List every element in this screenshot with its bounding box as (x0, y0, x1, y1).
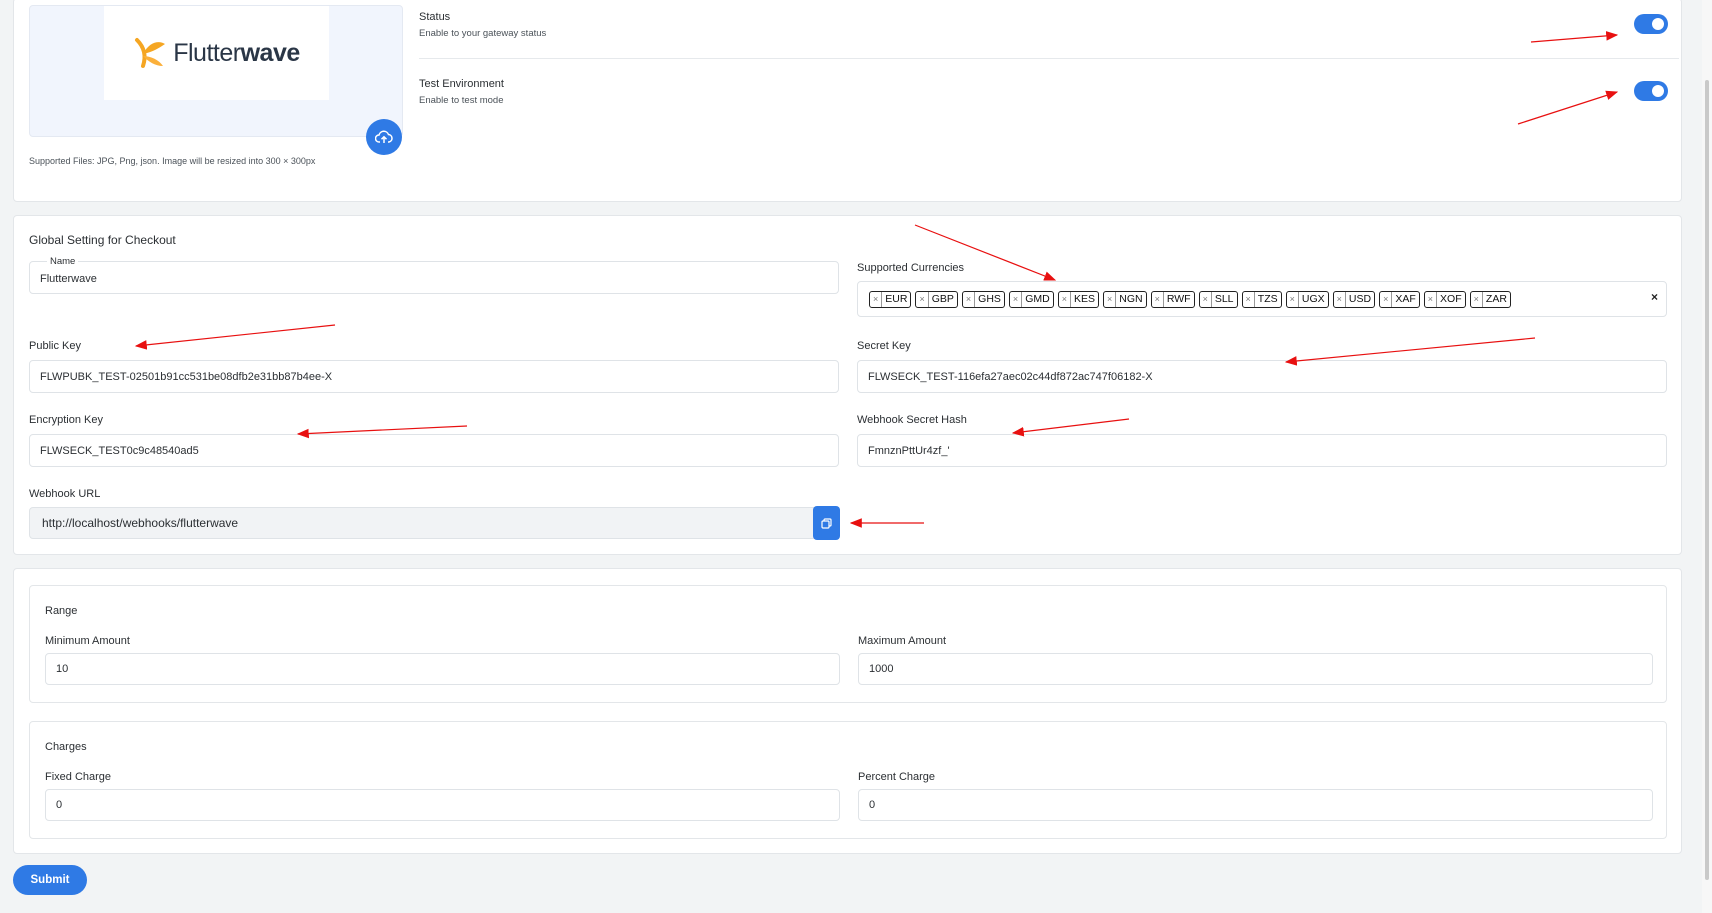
remove-currency-icon[interactable]: × (1380, 291, 1393, 307)
remove-currency-icon[interactable]: × (1059, 291, 1071, 307)
percent-charge-input[interactable]: 0 (858, 789, 1653, 821)
remove-currency-icon[interactable]: × (1334, 291, 1346, 307)
submit-button[interactable]: Submit (13, 865, 87, 895)
encryption-key-input[interactable]: FLWSECK_TEST0c9c48540ad5 (29, 434, 839, 467)
fixed-charge-label: Fixed Charge (45, 771, 112, 783)
remove-currency-icon[interactable]: × (1243, 291, 1255, 307)
currency-code: KES (1073, 293, 1095, 305)
fixed-charge-input[interactable]: 0 (45, 789, 840, 821)
range-panel: Range Minimum Amount 10 Maximum Amount 1… (29, 585, 1667, 703)
copy-webhook-url-button[interactable] (813, 506, 840, 540)
supported-files-text: Supported Files: JPG, Png, json. Image w… (29, 156, 316, 166)
secret-key-input[interactable]: FLWSECK_TEST-116efa27aec02c44df872ac747f… (857, 360, 1667, 393)
currencies-label: Supported Currencies (857, 262, 965, 274)
currency-chip: × KES (1057, 290, 1099, 308)
currencies-select[interactable]: × EUR × GBP × GHS × GMD × KES × NGN × RWF × SLL × TZS × UGX… (857, 281, 1667, 317)
webhook-url-label: Webhook URL (29, 488, 101, 500)
remove-currency-icon[interactable]: × (1104, 291, 1117, 307)
status-description: Enable to your gateway status (419, 28, 547, 39)
currency-code: ZAR (1485, 293, 1507, 305)
currency-chip: × USD (1332, 290, 1376, 308)
remove-currency-icon[interactable]: × (1425, 291, 1438, 307)
currency-code: NGN (1119, 293, 1143, 305)
currency-chip: × ZAR (1469, 290, 1511, 308)
status-toggle[interactable] (1634, 14, 1668, 34)
toggle-knob (1652, 18, 1664, 30)
test-env-toggle[interactable] (1634, 81, 1668, 101)
currency-chip: × TZS (1241, 290, 1282, 308)
name-input[interactable]: Flutterwave (29, 261, 839, 294)
logo-preview: Flutterwave (104, 6, 329, 100)
remove-currency-icon[interactable]: × (1471, 291, 1483, 307)
checkout-settings-card: Global Setting for Checkout Flutterwave … (13, 215, 1682, 555)
remove-currency-icon[interactable]: × (916, 291, 929, 307)
max-amount-input[interactable]: 1000 (858, 653, 1653, 685)
charges-panel: Charges Fixed Charge 0 Percent Charge 0 (29, 721, 1667, 839)
remove-currency-icon[interactable]: × (1287, 291, 1299, 307)
currency-chip: × RWF (1150, 290, 1195, 308)
currency-code: XOF (1440, 293, 1462, 305)
currency-code: SLL (1214, 293, 1234, 305)
name-floating-label: Name (47, 256, 79, 267)
upload-image-button[interactable] (366, 119, 402, 155)
currency-chips: × EUR × GBP × GHS × GMD × KES × NGN × RWF × SLL × TZS × UGX… (869, 290, 1515, 308)
currency-code: GBP (931, 293, 954, 305)
currency-code: GHS (978, 293, 1001, 305)
logo-text: Flutterwave (173, 38, 300, 67)
page-scrollbar[interactable] (1702, 0, 1712, 913)
clear-currencies-button[interactable]: × (1651, 290, 1658, 304)
currency-chip: × NGN (1102, 290, 1147, 308)
currency-code: TZS (1257, 293, 1278, 305)
currency-chip: × EUR (869, 290, 912, 308)
public-key-input[interactable]: FLWPUBK_TEST-02501b91cc531be08dfb2e31bb8… (29, 360, 839, 393)
flutterwave-logo-icon (133, 36, 169, 70)
public-key-label: Public Key (29, 340, 81, 352)
status-title: Status (419, 11, 451, 23)
status-divider (419, 58, 1679, 59)
currency-chip: × GMD (1008, 290, 1054, 308)
limits-card: Range Minimum Amount 10 Maximum Amount 1… (13, 568, 1682, 854)
currency-chip: × GBP (915, 290, 958, 308)
min-amount-label: Minimum Amount (45, 635, 130, 647)
currency-code: UGX (1301, 293, 1325, 305)
encryption-key-label: Encryption Key (29, 414, 103, 426)
currency-chip: × UGX (1285, 290, 1329, 308)
currency-code: GMD (1025, 293, 1050, 305)
currency-chip: × SLL (1198, 290, 1238, 308)
test-env-title: Test Environment (419, 78, 504, 90)
currency-code: EUR (885, 293, 908, 305)
gateway-top-card: Flutterwave Supported Files: JPG, Png, j… (13, 0, 1682, 202)
remove-currency-icon[interactable]: × (1200, 291, 1212, 307)
remove-currency-icon[interactable]: × (1010, 291, 1023, 307)
remove-currency-icon[interactable]: × (1152, 291, 1164, 307)
cloud-upload-icon (375, 130, 393, 143)
scrollbar-thumb[interactable] (1705, 80, 1709, 880)
copy-icon (821, 517, 832, 529)
secret-key-label: Secret Key (857, 340, 911, 352)
logo-upload-area: Flutterwave (29, 5, 403, 155)
percent-charge-label: Percent Charge (858, 771, 936, 783)
min-amount-input[interactable]: 10 (45, 653, 840, 685)
range-title: Range (45, 605, 78, 617)
remove-currency-icon[interactable]: × (963, 291, 976, 307)
max-amount-label: Maximum Amount (858, 635, 947, 647)
toggle-knob (1652, 85, 1664, 97)
currency-chip: × XAF (1379, 290, 1420, 308)
charges-title: Charges (45, 741, 87, 753)
webhook-url-input[interactable]: http://localhost/webhooks/flutterwave (29, 507, 820, 539)
currency-code: RWF (1166, 293, 1191, 305)
webhook-hash-input[interactable]: FmnznPttUr4zf_' (857, 434, 1667, 467)
remove-currency-icon[interactable]: × (870, 291, 883, 307)
currency-chip: × GHS (961, 290, 1005, 308)
test-env-description: Enable to test mode (419, 95, 504, 106)
checkout-section-title: Global Setting for Checkout (29, 233, 176, 247)
currency-code: USD (1348, 293, 1372, 305)
webhook-hash-label: Webhook Secret Hash (857, 414, 967, 426)
currency-code: XAF (1395, 293, 1416, 305)
currency-chip: × XOF (1423, 290, 1466, 308)
